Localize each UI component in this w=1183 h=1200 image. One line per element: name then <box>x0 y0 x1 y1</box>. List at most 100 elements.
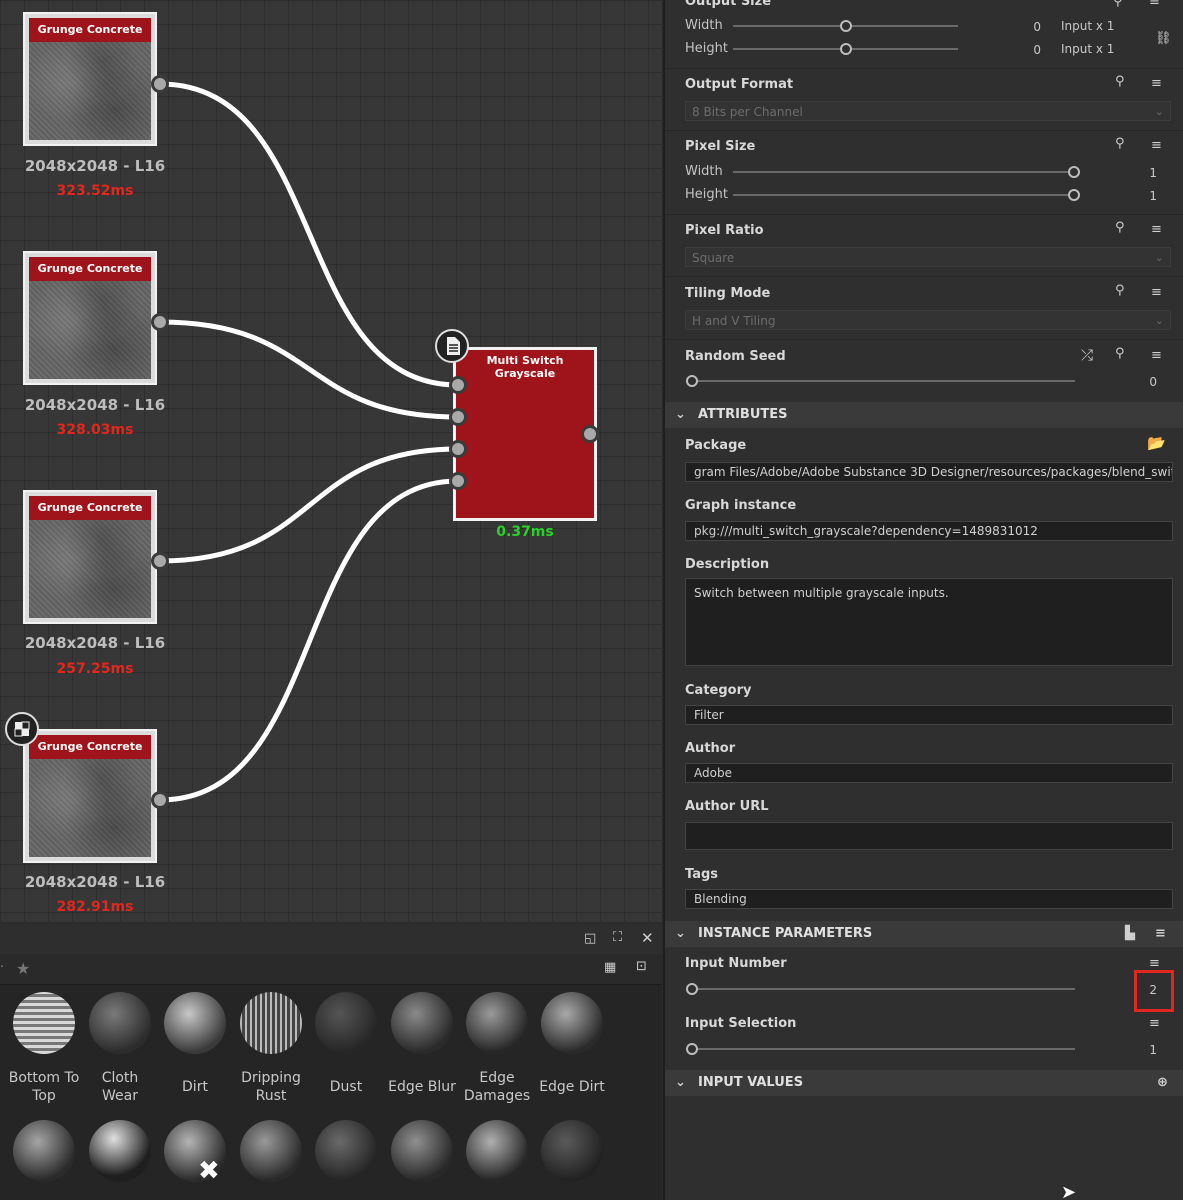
fullscreen-icon[interactable]: ⛶ <box>613 930 622 945</box>
output-port[interactable] <box>151 552 169 570</box>
library-item-label[interactable]: Bottom To Top <box>6 1069 82 1105</box>
inherit-icon[interactable]: ⚲ <box>1115 283 1125 298</box>
material-preview[interactable] <box>391 992 453 1054</box>
output-format-dropdown[interactable]: 8 Bits per Channel ⌄ <box>685 101 1171 121</box>
width-mode[interactable]: Input x 1 <box>1061 19 1121 33</box>
author-field[interactable]: Adobe <box>685 763 1173 783</box>
menu-icon[interactable]: ≡ <box>1149 0 1160 9</box>
category-field[interactable]: Filter <box>685 705 1173 725</box>
output-port[interactable] <box>151 75 169 93</box>
grunge-concrete-node[interactable]: Grunge Concrete <box>23 12 157 146</box>
inherit-icon[interactable]: ⚲ <box>1115 136 1125 151</box>
grid-view-icon[interactable]: ▦ <box>604 960 616 975</box>
random-seed-handle[interactable] <box>686 375 698 387</box>
menu-icon[interactable]: ≡ <box>1149 956 1160 971</box>
add-icon[interactable]: ⊕ <box>1157 1070 1168 1096</box>
menu-icon[interactable]: ≡ <box>1149 1016 1160 1031</box>
menu-icon[interactable]: ≡ <box>1151 285 1162 300</box>
height-value[interactable]: 1 <box>1121 189 1157 203</box>
input-number-value[interactable]: 2 <box>1139 983 1157 997</box>
width-slider[interactable] <box>733 171 1073 173</box>
material-preview[interactable] <box>13 992 75 1054</box>
tags-field[interactable]: Blending <box>685 889 1173 909</box>
library-item-label[interactable]: Edge Blur <box>384 1078 460 1096</box>
description-field[interactable]: Switch between multiple grayscale inputs… <box>685 578 1173 666</box>
library-item-label[interactable]: Edge Dirt <box>534 1078 610 1096</box>
output-port[interactable] <box>581 425 599 443</box>
material-preview[interactable] <box>164 992 226 1054</box>
attributes-section-header[interactable]: ⌄ ATTRIBUTES <box>665 402 1183 428</box>
author-url-field[interactable] <box>685 822 1173 850</box>
link-icon[interactable]: ⛓ <box>1155 31 1172 46</box>
material-preview[interactable] <box>13 1120 75 1182</box>
inherit-icon[interactable]: ⚲ <box>1115 220 1125 235</box>
random-seed-slider[interactable] <box>691 380 1075 382</box>
width-slider-handle[interactable] <box>1068 166 1080 178</box>
material-preview[interactable] <box>240 992 302 1054</box>
shuffle-icon[interactable]: ⤮ <box>1081 346 1093 364</box>
restore-icon[interactable]: ◱ <box>584 931 596 946</box>
height-label: Height <box>685 41 728 56</box>
input-selection-value[interactable]: 1 <box>1121 1043 1157 1057</box>
menu-icon[interactable]: ≡ <box>1155 921 1166 947</box>
height-mode[interactable]: Input x 1 <box>1061 42 1121 56</box>
folder-icon[interactable]: 📂 <box>1147 434 1166 452</box>
material-preview[interactable] <box>240 1120 302 1182</box>
width-value[interactable]: 1 <box>1121 166 1157 180</box>
material-preview[interactable] <box>391 1120 453 1182</box>
chevron-down-icon: ⌄ <box>1154 314 1164 327</box>
input-port-1[interactable] <box>449 376 467 394</box>
material-preview[interactable] <box>541 992 603 1054</box>
library-item-label[interactable]: Dust <box>308 1078 384 1096</box>
input-selection-slider[interactable] <box>691 1048 1075 1050</box>
input-port-2[interactable] <box>449 408 467 426</box>
input-port-4[interactable] <box>449 472 467 490</box>
menu-icon[interactable]: ≡ <box>1151 76 1162 91</box>
menu-icon[interactable]: ≡ <box>1151 138 1162 153</box>
multi-switch-grayscale-node[interactable]: Multi Switch Grayscale <box>453 347 597 521</box>
inherit-icon[interactable]: ⚲ <box>1115 346 1125 361</box>
material-preview[interactable] <box>466 992 528 1054</box>
graph-instance-field[interactable]: pkg:///multi_switch_grayscale?dependency… <box>685 521 1173 541</box>
height-slider-handle[interactable] <box>840 43 852 55</box>
height-slider[interactable] <box>733 194 1073 196</box>
input-port-3[interactable] <box>449 440 467 458</box>
inherit-icon[interactable]: ⚲ <box>1113 0 1123 9</box>
grunge-concrete-node[interactable]: Grunge Concrete <box>23 729 157 863</box>
library-item-label[interactable]: Dirt <box>157 1078 233 1096</box>
height-value[interactable]: 0 <box>1005 43 1041 57</box>
package-field[interactable]: gram Files/Adobe/Adobe Substance 3D Desi… <box>685 462 1173 482</box>
material-preview[interactable] <box>541 1120 603 1182</box>
width-value[interactable]: 0 <box>1005 20 1041 34</box>
tiling-mode-dropdown[interactable]: H and V Tiling ⌄ <box>685 310 1171 330</box>
input-values-section-header[interactable]: ⌄ INPUT VALUES ⊕ <box>665 1070 1183 1096</box>
output-port[interactable] <box>151 791 169 809</box>
preview-toggle-icon[interactable]: ⊡ <box>636 959 647 974</box>
grunge-concrete-node[interactable]: Grunge Concrete <box>23 490 157 624</box>
library-item-label[interactable]: Cloth Wear <box>82 1069 158 1105</box>
material-preview[interactable] <box>89 1120 151 1182</box>
material-preview[interactable] <box>315 992 377 1054</box>
width-slider-handle[interactable] <box>840 20 852 32</box>
grunge-concrete-node[interactable]: Grunge Concrete <box>23 251 157 385</box>
instance-parameters-section-header[interactable]: ⌄ INSTANCE PARAMETERS ▙ ≡ <box>665 921 1183 947</box>
graph-canvas[interactable]: Grunge Concrete 2048x2048 - L16 323.52ms… <box>0 0 662 922</box>
pixel-ratio-dropdown[interactable]: Square ⌄ <box>685 247 1171 267</box>
material-preview[interactable] <box>466 1120 528 1182</box>
library-item-label[interactable]: Edge Damages <box>459 1069 535 1105</box>
height-slider-handle[interactable] <box>1068 189 1080 201</box>
material-preview[interactable] <box>89 992 151 1054</box>
library-item-label[interactable]: Dripping Rust <box>233 1069 309 1105</box>
input-number-handle[interactable] <box>686 983 698 995</box>
random-seed-value[interactable]: 0 <box>1121 375 1157 389</box>
menu-icon[interactable]: ≡ <box>1151 348 1162 363</box>
close-icon[interactable]: ✕ <box>641 929 654 947</box>
favorite-star-icon[interactable]: ★ <box>16 959 30 978</box>
output-port[interactable] <box>151 313 169 331</box>
preset-icon[interactable]: ▙ <box>1125 921 1135 947</box>
inherit-icon[interactable]: ⚲ <box>1115 74 1125 89</box>
menu-icon[interactable]: ≡ <box>1151 222 1162 237</box>
input-number-slider[interactable] <box>691 988 1075 990</box>
material-preview[interactable] <box>315 1120 377 1182</box>
input-selection-handle[interactable] <box>686 1043 698 1055</box>
